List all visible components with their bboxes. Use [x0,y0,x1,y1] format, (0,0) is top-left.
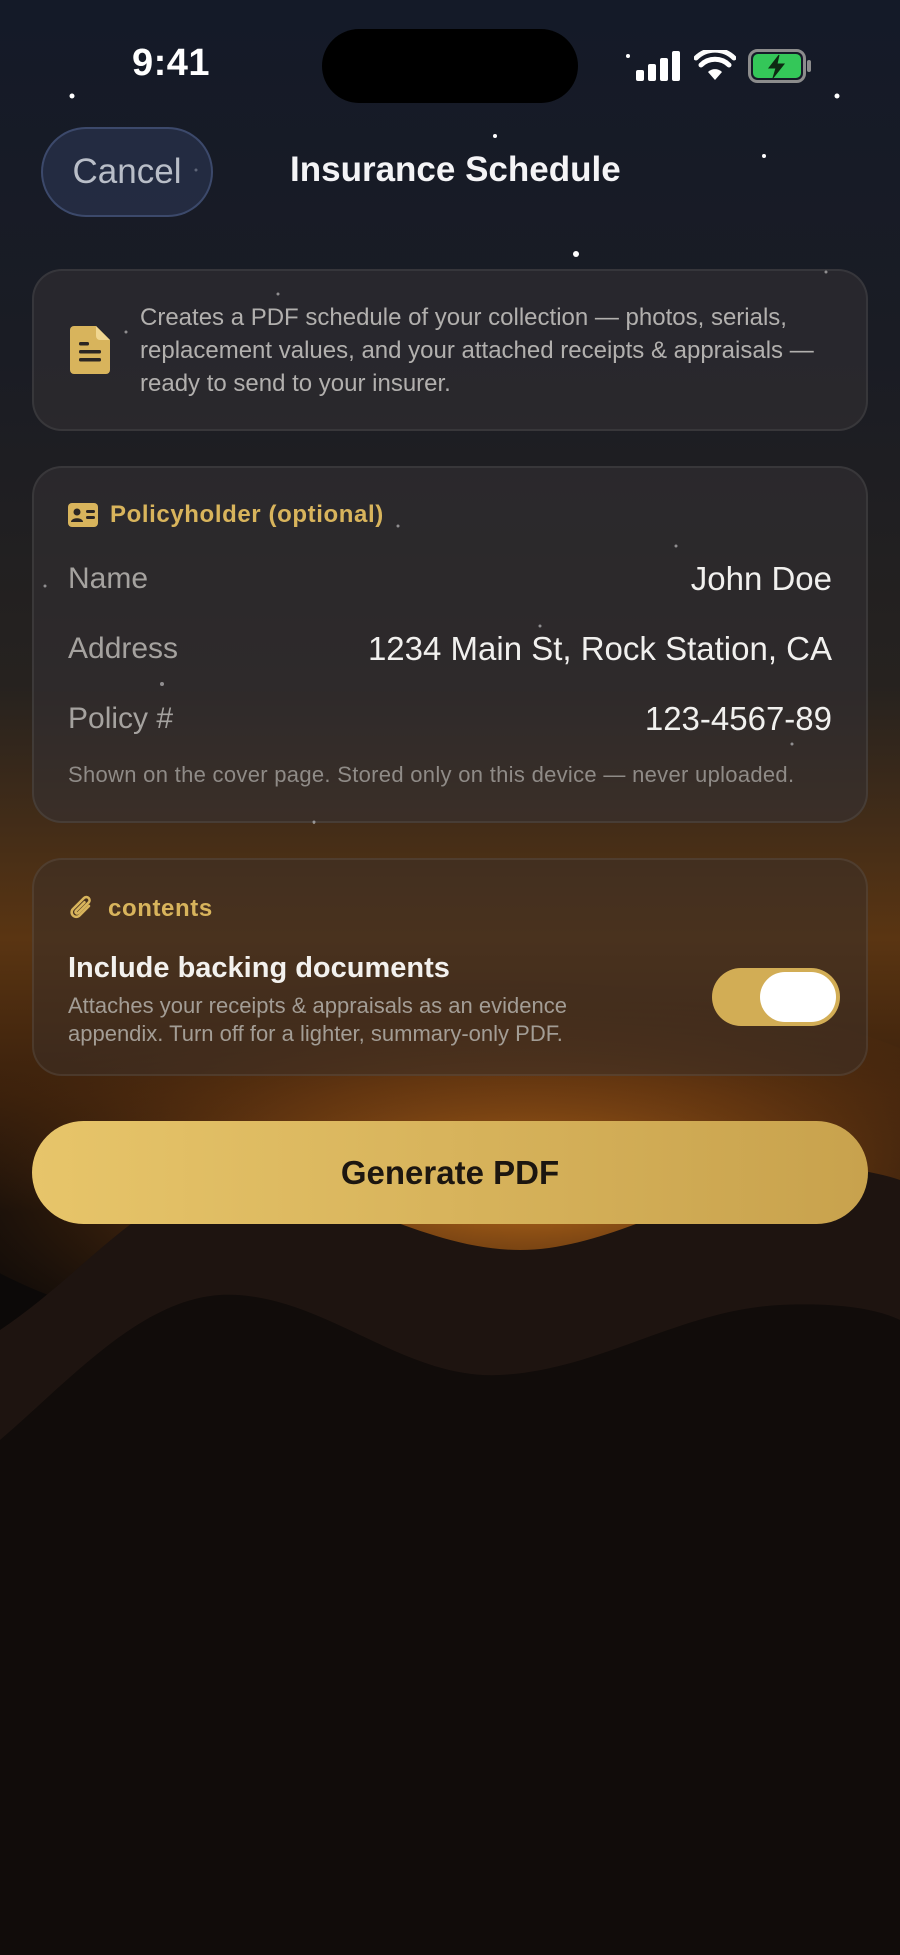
policyholder-card: Policyholder (optional) Name John Doe Ad… [32,466,868,823]
wifi-icon [694,50,736,80]
id-card-icon [68,503,98,527]
policy-number-label: Policy # [68,702,174,735]
policy-number-row[interactable]: Policy # 123-4567-89 [68,694,832,744]
paperclip-icon [70,895,91,919]
toggle-knob [760,972,836,1022]
status-icons [636,46,812,86]
info-description: Creates a PDF schedule of your collectio… [140,304,814,397]
policyholder-heading-label: Policyholder (optional) [110,501,384,528]
privacy-note: Shown on the cover page. Stored only on … [68,762,795,787]
address-field[interactable]: 1234 Main St, Rock Station, CA [368,630,832,668]
battery-charging-icon [748,49,811,83]
contents-heading: contents [68,894,213,924]
contents-card: contents Include backing documents Attac… [32,858,868,1076]
document-icon [70,326,110,374]
dynamic-island [322,29,578,103]
generate-pdf-button[interactable]: Generate PDF [32,1121,868,1224]
policyholder-heading: Policyholder (optional) [68,501,384,529]
backing-documents-description: Attaches your receipts & appraisals as a… [68,993,567,1046]
address-label: Address [68,632,179,665]
name-label: Name [68,562,149,595]
page-title: Insurance Schedule [290,150,621,189]
cancel-button[interactable]: Cancel [41,127,213,217]
backing-documents-title: Include backing documents [68,952,450,984]
backing-documents-toggle[interactable] [712,968,840,1026]
address-row[interactable]: Address 1234 Main St, Rock Station, CA [68,624,832,674]
status-time: 9:41 [132,42,211,84]
contents-heading-label: contents [108,895,213,922]
info-card: Creates a PDF schedule of your collectio… [32,269,868,431]
policy-number-field[interactable]: 123-4567-89 [645,700,832,738]
signal-icon [636,51,680,81]
name-field[interactable]: John Doe [691,560,832,598]
name-row[interactable]: Name John Doe [68,554,832,604]
